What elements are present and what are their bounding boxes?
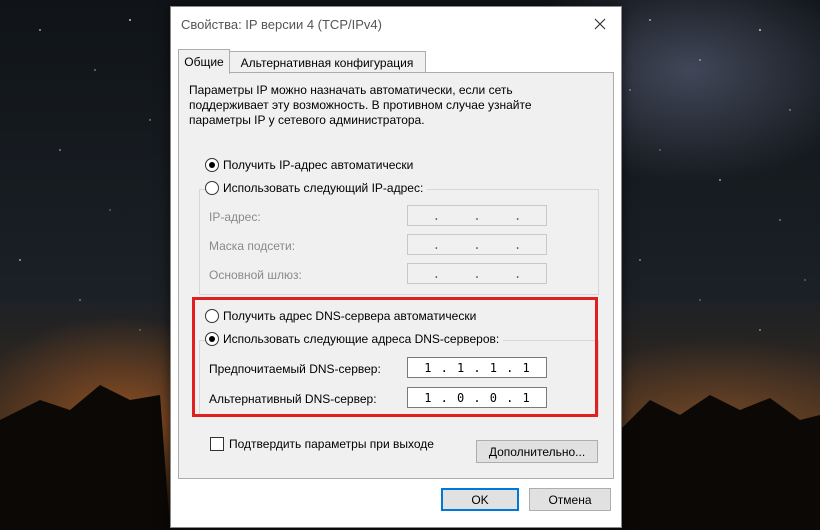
default-gateway-field[interactable]: ... [407,263,547,284]
dns-manual-label: Использовать следующие адреса DNS-сервер… [223,332,500,346]
description-text: Параметры IP можно назначать автоматичес… [189,83,609,128]
validate-on-exit-checkbox[interactable]: Подтвердить параметры при выходе [210,437,434,451]
octet: 0 [456,390,465,405]
subnet-mask-field[interactable]: ... [407,234,547,255]
dns-auto-label: Получить адрес DNS-сервера автоматически [223,309,477,323]
ip-address-label: IP-адрес: [209,210,261,224]
octet: 1 [522,390,530,405]
ip-address-field[interactable]: ... [407,205,547,226]
octet: 1 [424,360,432,375]
tab-general[interactable]: Общие [178,49,230,74]
description-line: поддерживает эту возможность. В противно… [189,98,532,112]
alternate-dns-label: Альтернативный DNS-сервер: [209,392,377,406]
preferred-dns-label: Предпочитаемый DNS-сервер: [209,362,381,376]
tab-alternate-configuration[interactable]: Альтернативная конфигурация [228,51,426,74]
title-bar[interactable]: Свойства: IP версии 4 (TCP/IPv4) [171,7,621,41]
octet: 1 [522,360,530,375]
radio-indicator [205,181,219,195]
ip-manual-radio[interactable]: Использовать следующий IP-адрес: [205,181,428,195]
radio-indicator [205,332,219,346]
alternate-dns-field[interactable]: 1. 0. 0. 1 [407,387,547,408]
advanced-button[interactable]: Дополнительно... [476,440,598,463]
description-line: параметры IP у сетевого администратора. [189,113,425,127]
ip-auto-label: Получить IP-адрес автоматически [223,158,414,172]
octet: 0 [489,390,497,405]
default-gateway-label: Основной шлюз: [209,268,302,282]
close-button[interactable] [587,11,613,37]
radio-indicator [205,158,219,172]
window-title: Свойства: IP версии 4 (TCP/IPv4) [181,17,382,32]
octet: 1 [456,360,465,375]
cancel-button[interactable]: Отмена [529,488,611,511]
octet: 1 [489,360,497,375]
close-icon [594,18,606,30]
description-line: Параметры IP можно назначать автоматичес… [189,83,513,97]
ip-manual-label: Использовать следующий IP-адрес: [223,181,424,195]
ok-button[interactable]: OK [441,488,519,511]
subnet-mask-label: Маска подсети: [209,239,296,253]
general-tab-panel: Параметры IP можно назначать автоматичес… [178,72,614,479]
ipv4-properties-dialog: Свойства: IP версии 4 (TCP/IPv4) Общие А… [170,6,622,528]
octet: 1 [424,390,432,405]
dns-auto-radio[interactable]: Получить адрес DNS-сервера автоматически [205,309,476,323]
radio-indicator [205,309,219,323]
validate-on-exit-label: Подтвердить параметры при выходе [229,437,434,451]
dns-manual-radio[interactable]: Использовать следующие адреса DNS-сервер… [205,332,504,346]
checkbox-box [210,437,224,451]
preferred-dns-field[interactable]: 1. 1. 1. 1 [407,357,547,378]
ip-auto-radio[interactable]: Получить IP-адрес автоматически [205,158,413,172]
